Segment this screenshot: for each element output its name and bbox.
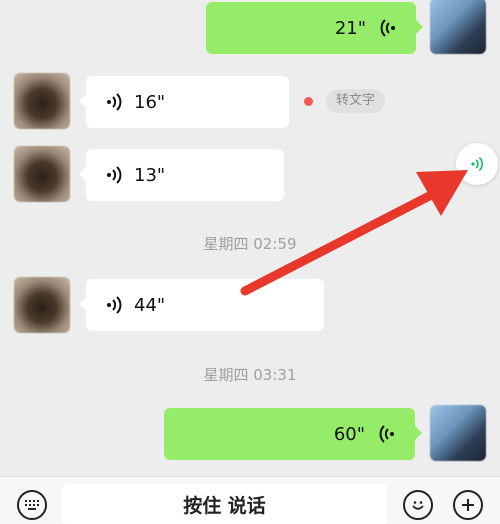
plus-icon[interactable] xyxy=(453,490,483,520)
annotation-arrow xyxy=(240,170,468,296)
hold-to-talk-button[interactable]: 按住 说话 xyxy=(62,484,387,524)
keyboard-icon[interactable] xyxy=(17,490,47,520)
emoji-icon[interactable] xyxy=(403,490,433,520)
chat-input-bar: 按住 说话 xyxy=(0,476,500,524)
